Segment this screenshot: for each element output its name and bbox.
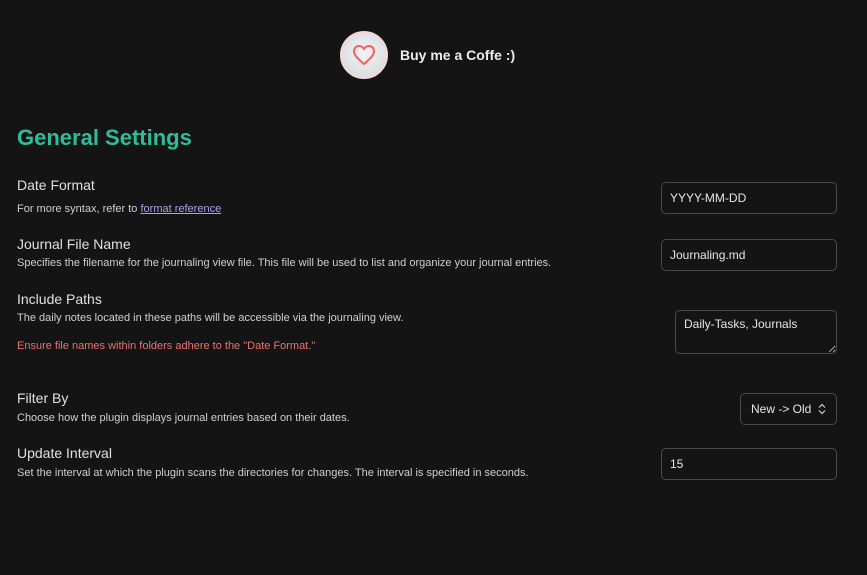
- coffee-label: Buy me a Coffe :): [400, 47, 516, 63]
- page-title: General Settings: [17, 125, 192, 150]
- journal-file-name-input[interactable]: [661, 239, 837, 271]
- setting-desc: For more syntax, refer to: [17, 203, 141, 215]
- filter-by-value: New -> Old: [751, 402, 812, 416]
- update-interval-input[interactable]: [661, 448, 837, 480]
- buy-me-a-coffee-button[interactable]: Buy me a Coffe :): [340, 31, 515, 79]
- format-reference-link[interactable]: format reference: [140, 203, 221, 215]
- chevron-up-down-icon: [818, 403, 826, 415]
- setting-desc: Choose how the plugin displays journal e…: [17, 412, 350, 424]
- heart-icon: [340, 31, 388, 79]
- filter-by-select[interactable]: New -> Old: [740, 393, 837, 425]
- setting-name: Include Paths: [17, 291, 102, 307]
- include-paths-textarea[interactable]: Daily-Tasks, Journals: [675, 310, 837, 354]
- setting-filter-by: Filter By Choose how the plugin displays…: [17, 390, 837, 424]
- date-format-input[interactable]: [661, 182, 837, 214]
- setting-name: Filter By: [17, 390, 69, 406]
